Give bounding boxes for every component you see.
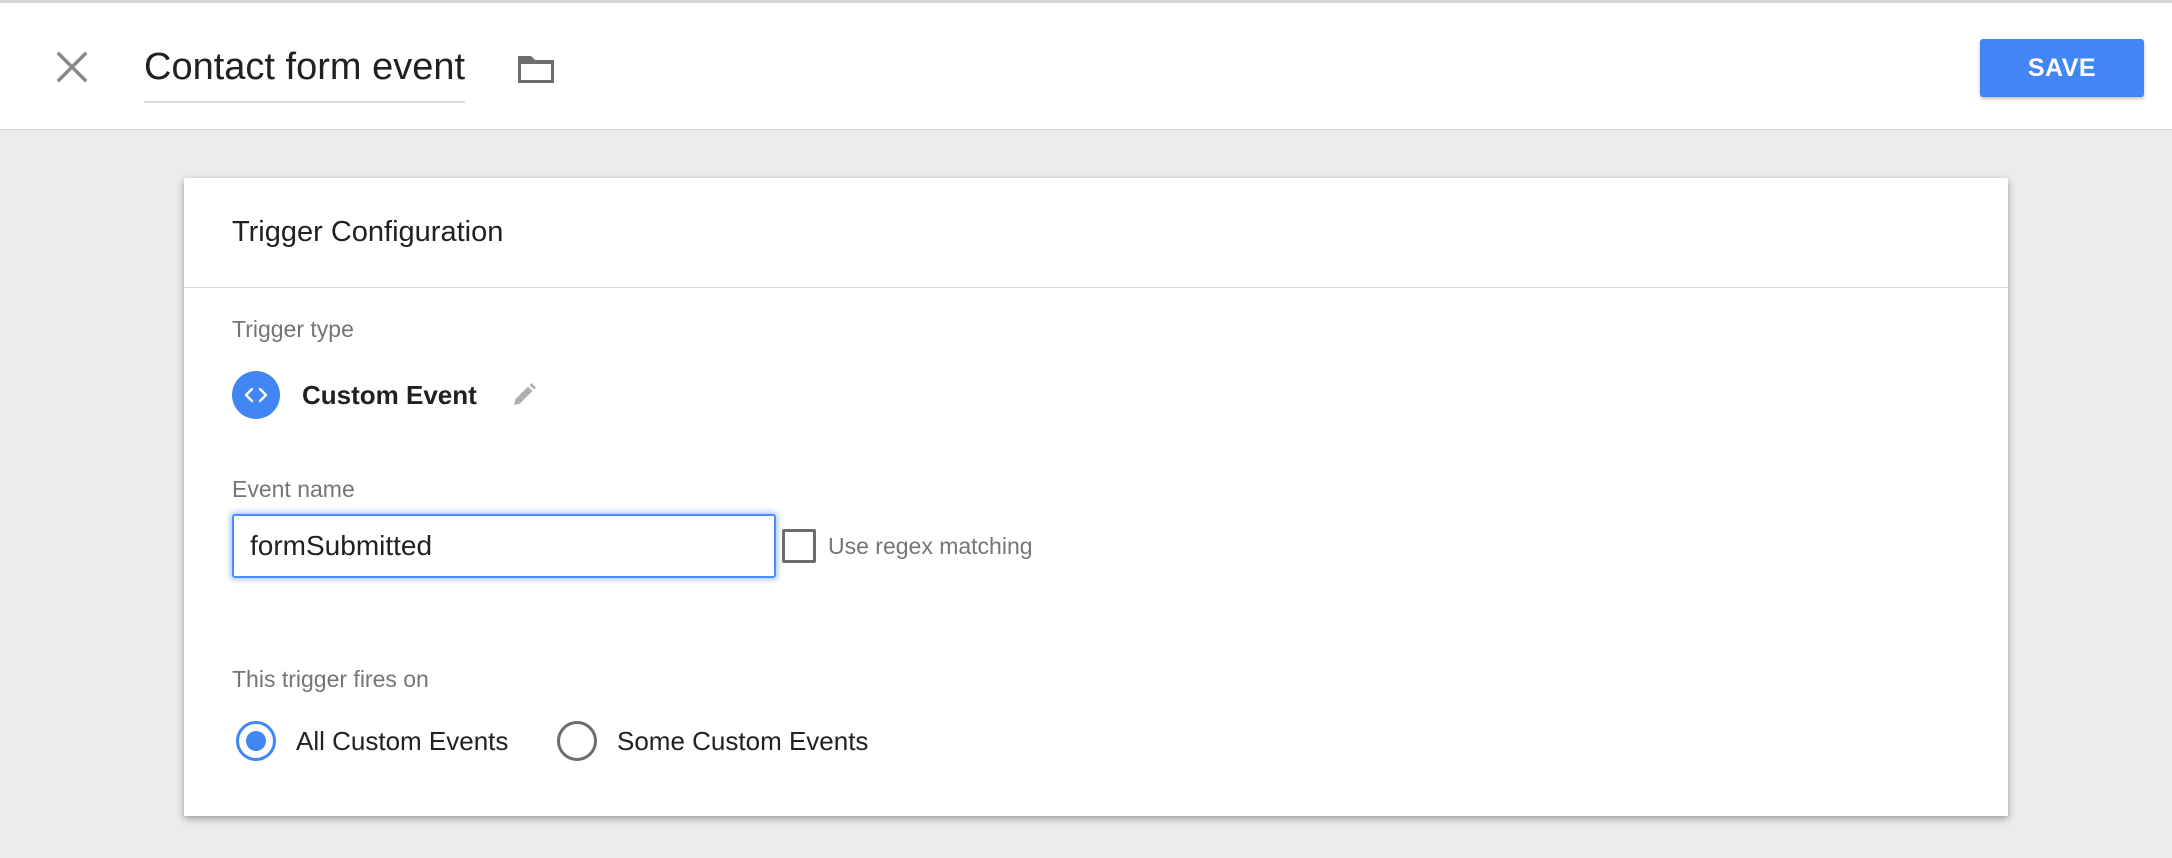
trigger-name-field[interactable]: Contact form event	[144, 41, 466, 103]
save-button[interactable]: SAVE	[1980, 39, 2144, 97]
code-brackets-icon	[232, 371, 280, 419]
regex-checkbox[interactable]	[782, 529, 816, 563]
radio-label: All Custom Events	[296, 725, 509, 756]
folder-button[interactable]	[512, 51, 560, 91]
radio-dot	[246, 731, 266, 751]
trigger-type-row[interactable]: Custom Event	[232, 370, 539, 420]
radio-button-selected[interactable]	[236, 721, 276, 761]
radio-some-custom-events[interactable]: Some Custom Events	[557, 718, 868, 764]
event-name-label: Event name	[232, 476, 355, 502]
radio-all-custom-events[interactable]: All Custom Events	[236, 718, 508, 764]
regex-checkbox-row[interactable]: Use regex matching	[782, 526, 1033, 566]
card-title: Trigger Configuration	[232, 216, 504, 248]
fires-on-label: This trigger fires on	[232, 666, 429, 692]
top-app-bar: Contact form event SAVE	[0, 0, 2172, 130]
trigger-type-value: Custom Event	[302, 379, 477, 410]
radio-button[interactable]	[557, 721, 597, 761]
card-header: Trigger Configuration	[184, 178, 2008, 288]
regex-label: Use regex matching	[828, 532, 1033, 559]
pencil-icon[interactable]	[509, 380, 539, 410]
trigger-configuration-card: Trigger Configuration Trigger type Custo…	[184, 178, 2008, 816]
close-icon	[55, 50, 89, 89]
radio-label: Some Custom Events	[617, 725, 869, 756]
page-title: Contact form event	[144, 46, 466, 88]
event-name-input[interactable]	[232, 514, 776, 578]
folder-icon	[515, 52, 557, 91]
close-button[interactable]	[50, 47, 94, 91]
trigger-type-label: Trigger type	[232, 316, 354, 342]
